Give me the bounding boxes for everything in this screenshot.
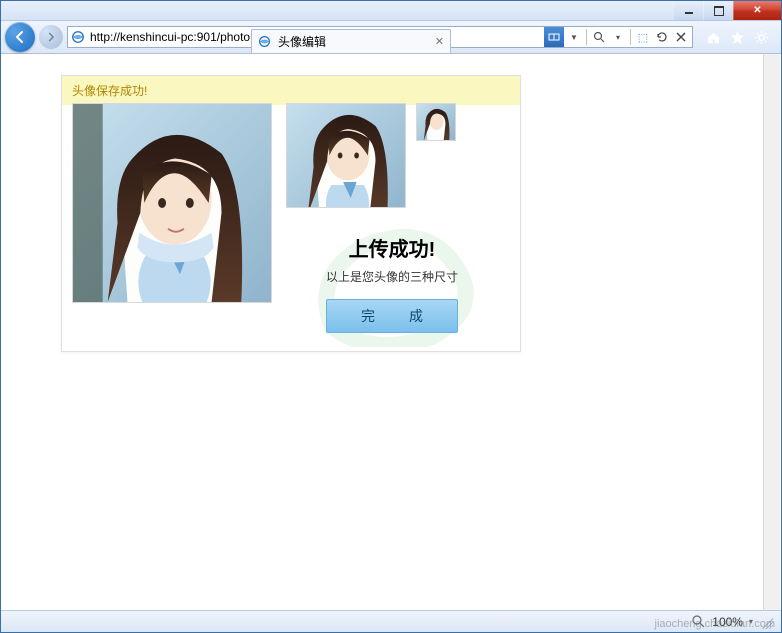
success-subtitle: 以上是您头像的三种尺寸 — [262, 268, 522, 285]
avatar-panel: 头像保存成功! — [61, 75, 521, 352]
ie-icon — [258, 35, 272, 49]
zoom-level[interactable]: 100% — [712, 615, 743, 629]
forward-button[interactable] — [39, 25, 63, 49]
tab-title: 头像编辑 — [278, 33, 429, 50]
done-button[interactable]: 完 成 — [326, 299, 458, 333]
avatar-small — [416, 103, 456, 141]
page-viewport: 头像保存成功! — [1, 54, 781, 610]
favorites-icon[interactable] — [729, 29, 745, 45]
minimize-button[interactable] — [673, 1, 703, 20]
upload-result: 上传成功! 以上是您头像的三种尺寸 完 成 — [262, 233, 522, 333]
save-notice: 头像保存成功! — [62, 76, 520, 105]
toolbar-right — [697, 29, 777, 45]
maximize-button[interactable] — [703, 1, 733, 20]
home-icon[interactable] — [705, 29, 721, 45]
page-body: 头像保存成功! — [1, 55, 781, 372]
browser-tab[interactable]: 头像编辑 ✕ — [251, 29, 451, 53]
zoom-dropdown-icon[interactable]: ▾ — [749, 617, 753, 626]
close-button[interactable] — [733, 1, 781, 20]
resize-grip[interactable] — [759, 615, 773, 629]
tools-icon[interactable] — [753, 29, 769, 45]
stop-button[interactable] — [672, 27, 690, 47]
browser-window: http://kenshincui-pc:901/photoEdit.ht ▼ … — [0, 0, 782, 633]
window-controls — [673, 1, 781, 20]
window-titlebar — [1, 1, 781, 21]
avatar-medium — [286, 103, 406, 208]
vertical-scrollbar[interactable] — [763, 54, 780, 610]
status-bar: 100% ▾ — [1, 610, 781, 632]
back-button[interactable] — [5, 22, 35, 52]
zoom-icon[interactable] — [692, 615, 706, 629]
success-title: 上传成功! — [262, 233, 522, 262]
ie-icon — [70, 29, 86, 45]
tab-strip: 头像编辑 ✕ — [251, 25, 661, 53]
avatar-large — [72, 103, 272, 303]
tab-close-button[interactable]: ✕ — [435, 35, 444, 48]
